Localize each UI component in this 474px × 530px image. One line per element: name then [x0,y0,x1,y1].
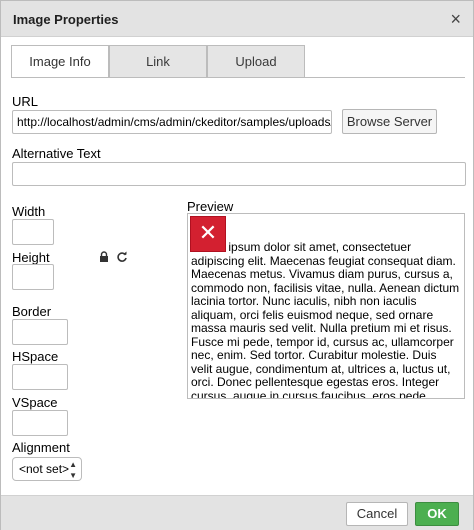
border-label: Border [12,304,52,319]
chevron-updown-icon: ▲ [69,459,77,481]
url-label: URL [12,94,39,109]
hspace-label: HSpace [12,349,59,364]
image-properties-dialog: Image Properties × Image Info Link Uploa… [0,0,474,530]
height-label: Height [12,250,50,265]
broken-image-icon: ✕ [190,216,226,252]
vspace-input[interactable] [12,410,68,436]
cancel-button[interactable]: Cancel [346,502,408,526]
alignment-label: Alignment [12,440,70,455]
alt-text-input[interactable] [12,162,466,186]
browse-server-button[interactable]: Browse Server [342,109,437,134]
width-input[interactable] [12,219,54,245]
tab-image-info[interactable]: Image Info [11,45,109,78]
preview-box: ✕ Lorem ipsum dolor sit amet, consectetu… [187,213,465,399]
close-icon[interactable]: × [450,9,461,29]
border-input[interactable] [12,319,68,345]
height-input[interactable] [12,264,54,290]
dialog-footer: Cancel OK [1,495,473,530]
alignment-value: <not set> [19,462,70,476]
url-input[interactable]: http://localhost/admin/cms/admin/ckedito… [12,110,332,134]
preview-text: Lorem ipsum dolor sit amet, consectetuer… [191,240,460,399]
ok-button[interactable]: OK [415,502,459,526]
hspace-input[interactable] [12,364,68,390]
lock-icon[interactable] [98,251,110,266]
tab-panel-border [11,77,465,78]
dialog-titlebar[interactable]: Image Properties × [1,1,473,37]
width-label: Width [12,204,46,219]
tab-link[interactable]: Link [109,45,207,77]
alignment-select[interactable]: <not set> ▲ [12,457,82,481]
preview-label: Preview [187,199,234,214]
vspace-label: VSpace [12,395,58,410]
dialog-title: Image Properties [13,12,119,27]
alt-text-label: Alternative Text [12,146,101,161]
tab-upload[interactable]: Upload [207,45,305,77]
reset-icon[interactable] [116,251,128,266]
